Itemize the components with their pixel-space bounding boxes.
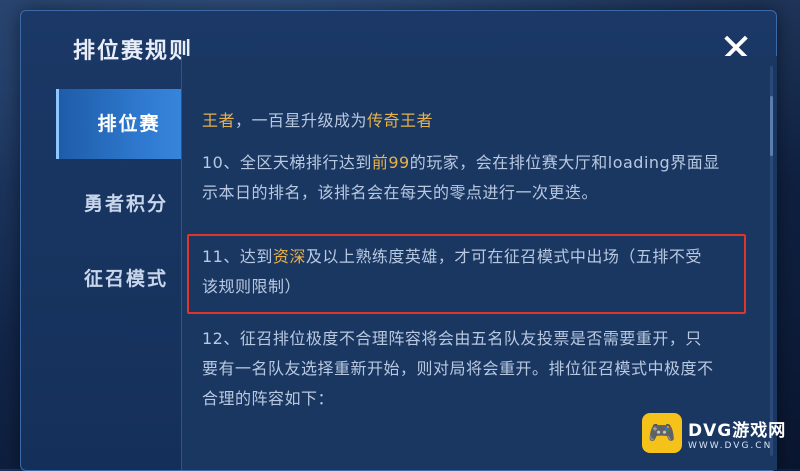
watermark-sub: WWW.DVG.CN — [688, 440, 773, 451]
site-watermark: 🎮 DVG游戏网 WWW.DVG.CN — [642, 409, 792, 457]
rule-highlight: 王者 — [202, 111, 236, 130]
rule-line: 12、征召排位极度不合理阵容将会由五名队友投票是否需要重开，只 — [202, 329, 702, 348]
rule-paragraph-11: 11、达到资深及以上熟练度英雄，才可在征召模式中出场（五排不受 该规则限制） — [202, 242, 762, 302]
rule-text: ，一百星升级成为 — [235, 111, 368, 130]
rules-dialog: 排位赛规则 ✕ 排位赛 勇者积分 征召模式 王者，一百星升级成为传奇王者 10、… — [20, 10, 777, 471]
dialog-title: 排位赛规则 — [73, 39, 194, 64]
rule-text: 及以上熟练度英雄，才可在征召模式中出场（五排不受 — [305, 247, 702, 266]
rule-paragraph-9: 王者，一百星升级成为传奇王者 — [202, 106, 762, 136]
rule-line: 10、全区天梯排行达到前99的玩家，会在排位赛大厅和loading界面显 — [202, 148, 762, 178]
rule-text: 11、达到 — [202, 247, 273, 266]
rule-line: 该规则限制） — [202, 277, 302, 296]
rule-text: 的玩家，会在排位赛大厅和loading界面显 — [409, 153, 720, 172]
rule-text: 10、全区天梯排行达到 — [202, 153, 372, 172]
scrollbar-thumb[interactable] — [770, 96, 773, 156]
tab-ranked[interactable]: 排位赛 — [56, 89, 199, 159]
watermark-text: DVG游戏网 WWW.DVG.CN — [688, 416, 786, 451]
tab-hero-points[interactable]: 勇者积分 — [56, 169, 196, 239]
watermark-main: DVG游戏网 — [688, 420, 787, 441]
rule-highlight: 传奇王者 — [367, 111, 434, 130]
rules-content[interactable]: 王者，一百星升级成为传奇王者 10、全区天梯排行达到前99的玩家，会在排位赛大厅… — [181, 56, 777, 470]
rule-paragraph-12: 12、征召排位极度不合理阵容将会由五名队友投票是否需要重开，只 要有一名队友选择… — [202, 324, 762, 414]
rule-line: 要有一名队友选择重新开始，则对局将会重开。排位征召模式中极度不 — [202, 359, 714, 378]
rule-highlight: 资深 — [272, 247, 306, 266]
rule-line: 11、达到资深及以上熟练度英雄，才可在征召模式中出场（五排不受 — [202, 242, 762, 272]
tab-draft-mode[interactable]: 征召模式 — [56, 244, 196, 314]
sidebar-tabs: 排位赛 勇者积分 征召模式 — [56, 89, 199, 470]
gamepad-icon: 🎮 — [642, 413, 682, 453]
rule-line: 示本日的排名，该排名会在每天的零点进行一次更迭。 — [202, 183, 599, 202]
rule-paragraph-10: 10、全区天梯排行达到前99的玩家，会在排位赛大厅和loading界面显 示本日… — [202, 148, 762, 208]
rule-highlight: 前99 — [371, 153, 410, 172]
